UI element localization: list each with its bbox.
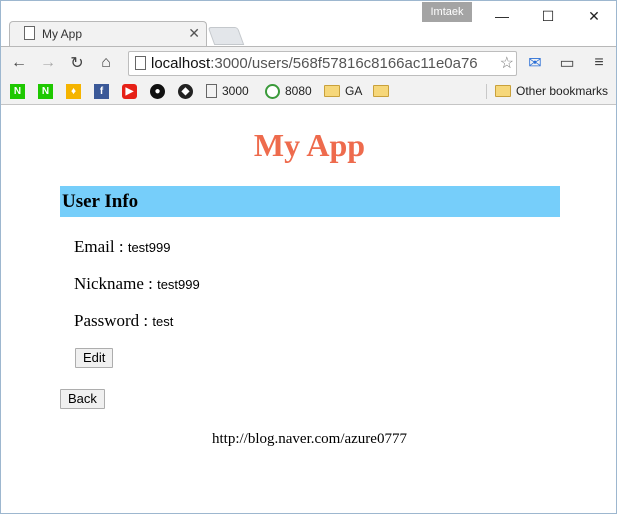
- bookmark-label: GA: [345, 84, 363, 98]
- bookmark-bulb[interactable]: ♦: [66, 83, 81, 99]
- forward-arrow-icon[interactable]: →: [38, 53, 58, 73]
- nickname-row: Nickname : test999: [74, 274, 200, 293]
- cast-icon[interactable]: ▭: [557, 53, 577, 73]
- github-icon: ◆: [178, 83, 193, 99]
- bookmark-facebook[interactable]: f: [94, 83, 109, 99]
- bookmark-folder[interactable]: [373, 83, 389, 99]
- toolbar: ← → ↻ ⌂ localhost:3000/users/568f57816c8…: [1, 46, 616, 80]
- page-title: My App: [253, 127, 366, 163]
- email-row: Email : test999: [74, 237, 171, 256]
- email-label: Email: [74, 237, 115, 256]
- bookmark-naver-2[interactable]: N: [38, 83, 53, 99]
- tab-my-app[interactable]: My App ✕: [9, 21, 207, 48]
- document-icon: [206, 84, 217, 98]
- app-icon: ●: [150, 83, 165, 99]
- close-tab-icon[interactable]: ✕: [188, 25, 200, 42]
- password-row: Password : test: [74, 311, 174, 330]
- bookmark-3000[interactable]: 3000: [206, 83, 249, 99]
- nickname-value: test999: [157, 277, 200, 292]
- page-icon: [135, 56, 146, 70]
- lightbulb-icon: ♦: [66, 83, 81, 99]
- url-host: localhost: [151, 55, 211, 72]
- bookmark-app[interactable]: ●: [150, 83, 165, 99]
- folder-icon: [373, 85, 389, 97]
- minimize-icon[interactable]: —: [479, 1, 525, 31]
- browser-window: My App ✕ Imtaek — ☐ ✕ ← → ↻ ⌂ localhost:…: [0, 0, 617, 514]
- menu-icon[interactable]: ≡: [589, 53, 609, 73]
- extension-icon[interactable]: ✉: [525, 53, 545, 73]
- reload-icon[interactable]: ↻: [67, 53, 87, 73]
- bookmark-naver-1[interactable]: N: [10, 83, 25, 99]
- bookmark-label: 3000: [222, 84, 249, 98]
- email-value: test999: [127, 240, 171, 255]
- url-path: :3000/users/568f57816c8166ac11e0a76: [210, 55, 478, 72]
- bookmark-8080[interactable]: 8080: [265, 83, 312, 99]
- bookmark-separator: [486, 84, 487, 99]
- tab-title: My App: [42, 27, 83, 41]
- facebook-icon: f: [94, 83, 109, 99]
- folder-icon: [495, 85, 511, 97]
- document-icon: [24, 26, 35, 40]
- close-window-icon[interactable]: ✕: [571, 1, 617, 31]
- bookmark-youtube[interactable]: ▶: [122, 83, 137, 99]
- bookmarks-bar: N N ♦ f ▶ ● ◆ 3000 8080 GA Other bookmar…: [1, 79, 616, 105]
- folder-icon: [324, 85, 340, 97]
- naver-icon: N: [38, 83, 53, 99]
- bookmark-ga[interactable]: GA: [324, 83, 362, 99]
- profile-badge[interactable]: Imtaek: [422, 2, 472, 22]
- bookmark-label: 8080: [285, 84, 312, 98]
- page-content: My App User Info Email : test999 Nicknam…: [1, 105, 616, 513]
- address-bar[interactable]: localhost:3000/users/568f57816c8166ac11e…: [128, 51, 517, 76]
- nickname-label: Nickname: [74, 274, 144, 293]
- bookmark-github[interactable]: ◆: [178, 83, 193, 99]
- youtube-icon: ▶: [122, 83, 137, 99]
- back-arrow-icon[interactable]: ←: [9, 53, 29, 73]
- maximize-icon[interactable]: ☐: [525, 1, 571, 31]
- title-bar: My App ✕ Imtaek — ☐ ✕: [1, 1, 617, 48]
- section-header: User Info: [60, 186, 560, 217]
- other-bookmarks-label: Other bookmarks: [516, 84, 609, 98]
- password-value: test: [152, 314, 174, 329]
- other-bookmarks[interactable]: Other bookmarks: [495, 83, 608, 99]
- footer-link[interactable]: http://blog.naver.com/azure0777: [1, 431, 617, 448]
- edit-button[interactable]: Edit: [75, 348, 114, 368]
- new-tab-button[interactable]: [207, 27, 245, 45]
- naver-icon: N: [10, 83, 25, 99]
- back-button[interactable]: Back: [60, 389, 105, 409]
- password-label: Password: [74, 311, 140, 330]
- star-icon[interactable]: ☆: [500, 52, 514, 75]
- q-icon: [265, 83, 280, 99]
- home-icon[interactable]: ⌂: [96, 53, 116, 73]
